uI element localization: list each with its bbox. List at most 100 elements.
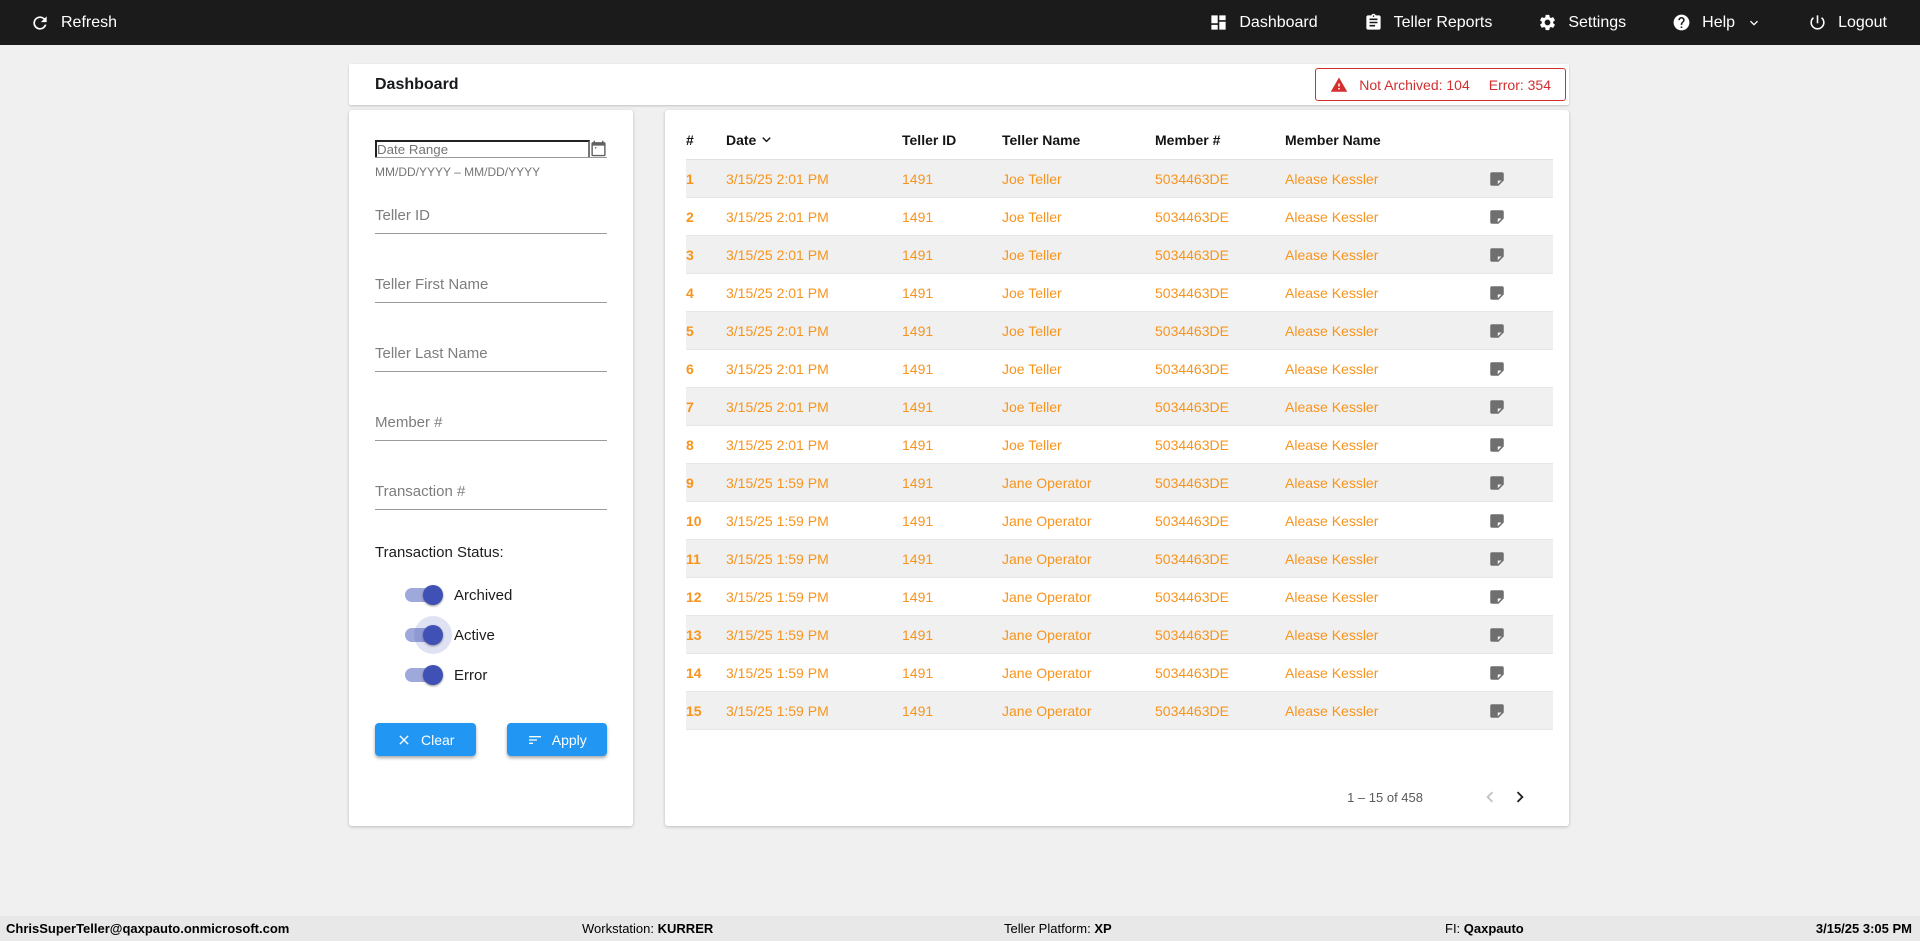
table-row: 8 3/15/25 2:01 PM 1491 Joe Teller 5034463DE A… [686, 426, 1553, 464]
row-date: 3/15/25 2:01 PM [726, 436, 829, 453]
row-actions-cell [1488, 436, 1553, 454]
nav-teller-reports[interactable]: Teller Reports [1364, 13, 1493, 32]
note-icon[interactable] [1488, 322, 1506, 340]
row-teller-name: Joe Teller [1002, 284, 1062, 301]
col-date-label: Date [726, 131, 757, 148]
row-member-number: 5034463DE [1155, 702, 1229, 719]
col-member-number: Member # [1155, 131, 1221, 148]
row-member-number: 5034463DE [1155, 626, 1229, 643]
row-teller-id: 1491 [902, 702, 934, 719]
row-teller-id: 1491 [902, 588, 934, 605]
nav-help[interactable]: Help [1672, 13, 1762, 32]
row-actions-cell [1488, 322, 1553, 340]
row-number: 4 [686, 284, 694, 301]
date-range-hint: MM/DD/YYYY – MM/DD/YYYY [375, 165, 541, 179]
workstation-info: Workstation: KURRER [582, 916, 713, 941]
note-icon[interactable] [1488, 550, 1506, 568]
row-teller-name: Jane Operator [1002, 550, 1092, 567]
nav-dashboard[interactable]: Dashboard [1209, 13, 1318, 32]
toggle-archived: Archived [405, 583, 607, 607]
table-row: 15 3/15/25 1:59 PM 1491 Jane Operator 503446… [686, 692, 1553, 730]
refresh-button[interactable]: Refresh [30, 13, 117, 33]
error-toggle-label: Error [454, 666, 488, 684]
row-date: 3/15/25 2:01 PM [726, 170, 829, 187]
row-teller-id: 1491 [902, 512, 934, 529]
next-page-button[interactable] [1505, 782, 1535, 812]
nav-teller-reports-label: Teller Reports [1393, 13, 1493, 31]
transaction-number-input[interactable] [375, 475, 607, 510]
row-member-name: Alease Kessler [1285, 360, 1379, 377]
teller-id-input[interactable] [375, 199, 607, 234]
note-icon[interactable] [1488, 664, 1506, 682]
sort-chevron-down-icon [758, 131, 775, 148]
teller-last-name-field-block [375, 337, 607, 372]
row-teller-name: Joe Teller [1002, 170, 1062, 187]
note-icon[interactable] [1488, 360, 1506, 378]
row-teller-name: Joe Teller [1002, 208, 1062, 225]
fi-label: FI: [1445, 921, 1461, 936]
note-icon[interactable] [1488, 702, 1506, 720]
col-teller-name: Teller Name [1002, 131, 1081, 148]
active-toggle-label: Active [454, 626, 495, 644]
calendar-icon[interactable] [590, 140, 607, 157]
note-icon[interactable] [1488, 588, 1506, 606]
row-teller-id: 1491 [902, 436, 934, 453]
note-icon[interactable] [1488, 284, 1506, 302]
row-member-name: Alease Kessler [1285, 626, 1379, 643]
transaction-number-field-block [375, 475, 607, 510]
note-icon[interactable] [1488, 626, 1506, 644]
row-actions-cell [1488, 588, 1553, 606]
table-row: 14 3/15/25 1:59 PM 1491 Jane Operator 503446… [686, 654, 1553, 692]
col-date[interactable]: Date [726, 131, 902, 148]
row-teller-id: 1491 [902, 284, 934, 301]
archived-toggle-label: Archived [454, 586, 513, 604]
note-icon[interactable] [1488, 208, 1506, 226]
topbar-nav: Dashboard Teller Reports Settings Help L… [1209, 13, 1887, 32]
date-range-input[interactable] [375, 140, 590, 157]
alert-not-archived: Not Archived: 104 [1359, 76, 1470, 93]
topbar: Refresh Dashboard Teller Reports Setting… [0, 0, 1920, 45]
note-icon[interactable] [1488, 436, 1506, 454]
dashboard-icon [1209, 13, 1228, 32]
table-row: 9 3/15/25 1:59 PM 1491 Jane Operator 5034463… [686, 464, 1553, 502]
error-toggle[interactable] [405, 665, 443, 685]
teller-first-name-field-block [375, 268, 607, 303]
nav-logout[interactable]: Logout [1808, 13, 1887, 32]
active-toggle[interactable] [405, 625, 443, 645]
clear-button[interactable]: Clear [375, 723, 476, 756]
row-actions-cell [1488, 550, 1553, 568]
reports-icon [1364, 13, 1383, 32]
row-teller-id: 1491 [902, 626, 934, 643]
row-date: 3/15/25 1:59 PM [726, 588, 829, 605]
note-icon[interactable] [1488, 246, 1506, 264]
row-member-number: 5034463DE [1155, 588, 1229, 605]
logged-in-user: ChrisSuperTeller@qaxpauto.onmicrosoft.co… [6, 921, 290, 936]
apply-button[interactable]: Apply [506, 723, 607, 756]
row-teller-id: 1491 [902, 550, 934, 567]
nav-dashboard-label: Dashboard [1239, 13, 1318, 31]
table-row: 11 3/15/25 1:59 PM 1491 Jane Operator 503446… [686, 540, 1553, 578]
refresh-label: Refresh [61, 13, 118, 31]
row-date: 3/15/25 1:59 PM [726, 474, 829, 491]
note-icon[interactable] [1488, 474, 1506, 492]
row-actions-cell [1488, 170, 1553, 188]
row-number: 10 [686, 512, 702, 529]
teller-first-name-input[interactable] [375, 268, 607, 303]
row-teller-name: Joe Teller [1002, 398, 1062, 415]
row-member-number: 5034463DE [1155, 512, 1229, 529]
archived-toggle[interactable] [405, 585, 443, 605]
teller-last-name-input[interactable] [375, 337, 607, 372]
note-icon[interactable] [1488, 512, 1506, 530]
row-date: 3/15/25 1:59 PM [726, 512, 829, 529]
table-row: 1 3/15/25 2:01 PM 1491 Joe Teller 5034463DE A… [686, 160, 1553, 198]
status-alert: Not Archived: 104 Error: 354 [1315, 68, 1566, 101]
note-icon[interactable] [1488, 398, 1506, 416]
nav-help-label: Help [1702, 13, 1736, 31]
row-member-name: Alease Kessler [1285, 208, 1379, 225]
nav-settings[interactable]: Settings [1538, 13, 1626, 32]
member-number-input[interactable] [375, 406, 607, 441]
row-number: 13 [686, 626, 702, 643]
note-icon[interactable] [1488, 170, 1506, 188]
fi-value: Qaxpauto [1463, 921, 1524, 936]
prev-page-button [1475, 782, 1505, 812]
